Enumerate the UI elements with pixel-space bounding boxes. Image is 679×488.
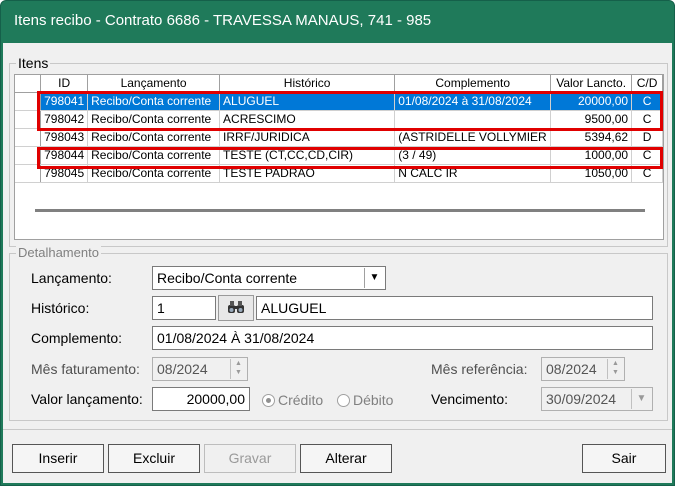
cell-cd: C bbox=[631, 110, 663, 129]
mes-referencia-input[interactable]: 08/2024 ▲ ▼ bbox=[541, 357, 625, 381]
cell-lancamento: Recibo/Conta corrente bbox=[87, 128, 221, 147]
row-indicator bbox=[15, 110, 42, 129]
cell-lancamento: Recibo/Conta corrente bbox=[87, 146, 221, 165]
cell-valor: 20000,00 bbox=[550, 92, 633, 111]
mes-faturamento-label: Mês faturamento: bbox=[31, 361, 140, 377]
table-row[interactable]: 798043 Recibo/Conta corrente IRRF/JURIDI… bbox=[15, 128, 663, 147]
vencimento-input[interactable]: 30/09/2024 ▼ bbox=[541, 387, 653, 411]
sair-button[interactable]: Sair bbox=[582, 444, 666, 473]
historico-description-field[interactable]: ALUGUEL bbox=[256, 296, 653, 320]
horizontal-scrollbar[interactable] bbox=[35, 209, 645, 212]
mes-faturamento-input[interactable]: 08/2024 ▲ ▼ bbox=[152, 357, 248, 381]
cell-valor: 9500,00 bbox=[550, 110, 633, 129]
mes-referencia-value: 08/2024 bbox=[546, 361, 597, 377]
cell-complemento: (ASTRIDELLE VOLLYMIER bbox=[394, 128, 552, 147]
excluir-button[interactable]: Excluir bbox=[108, 444, 200, 473]
cell-lancamento: Recibo/Conta corrente bbox=[87, 110, 221, 129]
cell-id: 798042 bbox=[40, 110, 89, 129]
inserir-button[interactable]: Inserir bbox=[12, 444, 104, 473]
cell-cd: C bbox=[631, 92, 663, 111]
vencimento-label: Vencimento: bbox=[431, 391, 509, 407]
spin-arrows-icon[interactable]: ▲ ▼ bbox=[230, 359, 246, 379]
chevron-down-icon[interactable]: ▼ bbox=[364, 268, 384, 288]
historico-label: Histórico: bbox=[31, 300, 90, 316]
cell-cd: C bbox=[631, 164, 663, 183]
cell-historico: ALUGUEL bbox=[219, 92, 396, 111]
cell-historico: IRRF/JURIDICA bbox=[219, 128, 396, 147]
cell-complemento: (3 / 49) bbox=[394, 146, 552, 165]
itens-table: ID Lançamento Histórico Complemento Valo… bbox=[15, 75, 663, 183]
itens-legend: Itens bbox=[16, 55, 51, 71]
mes-referencia-label: Mês referência: bbox=[431, 361, 528, 377]
cell-cd: C bbox=[631, 146, 663, 165]
chevron-down-icon[interactable]: ▼ bbox=[631, 389, 651, 409]
debito-radio[interactable]: Débito bbox=[337, 392, 393, 408]
column-header-historico[interactable]: Histórico bbox=[219, 75, 396, 93]
mes-faturamento-value: 08/2024 bbox=[157, 361, 208, 377]
cell-historico: TESTE (CT,CC,CD,CIR) bbox=[219, 146, 396, 165]
cell-cd: D bbox=[631, 128, 663, 147]
cell-valor: 5394,62 bbox=[550, 128, 633, 147]
button-bar-separator bbox=[3, 429, 672, 430]
valor-lancamento-input[interactable]: 20000,00 bbox=[152, 387, 250, 411]
window-client-area: Itens ID Lançamento Histórico Complement… bbox=[3, 43, 672, 483]
table-row[interactable]: 798044 Recibo/Conta corrente TESTE (CT,C… bbox=[15, 146, 663, 165]
cell-complemento: N CALC IR bbox=[394, 164, 552, 183]
lancamento-combo-value: Recibo/Conta corrente bbox=[157, 270, 298, 286]
cell-id: 798041 bbox=[40, 92, 89, 111]
historico-code-input[interactable]: 1 bbox=[152, 296, 216, 320]
credito-label: Crédito bbox=[278, 392, 324, 408]
row-indicator bbox=[15, 92, 42, 111]
cell-historico: ACRESCIMO bbox=[219, 110, 396, 129]
column-header-cd[interactable]: C/D bbox=[631, 75, 663, 93]
row-indicator bbox=[15, 128, 42, 147]
cell-id: 798045 bbox=[40, 164, 89, 183]
detalhamento-group: Detalhamento Lançamento: Recibo/Conta co… bbox=[9, 245, 668, 421]
cell-historico: TESTE PADRÃO bbox=[219, 164, 396, 183]
cell-complemento: 01/08/2024 à 31/08/2024 bbox=[394, 92, 552, 111]
column-header-complemento[interactable]: Complemento bbox=[394, 75, 552, 93]
spin-arrows-icon[interactable]: ▲ ▼ bbox=[607, 359, 623, 379]
indicator-header bbox=[15, 75, 42, 93]
cell-lancamento: Recibo/Conta corrente bbox=[87, 92, 221, 111]
complemento-label: Complemento: bbox=[31, 330, 123, 346]
column-header-valor[interactable]: Valor Lancto. bbox=[550, 75, 633, 93]
cell-valor: 1050,00 bbox=[550, 164, 633, 183]
radio-unselected-icon bbox=[337, 393, 350, 407]
binoculars-icon bbox=[228, 301, 244, 313]
itens-grid[interactable]: ID Lançamento Histórico Complemento Valo… bbox=[14, 74, 664, 240]
search-historico-button[interactable] bbox=[218, 295, 254, 321]
column-header-id[interactable]: ID bbox=[40, 75, 89, 93]
column-header-lancamento[interactable]: Lançamento bbox=[87, 75, 221, 93]
cell-lancamento: Recibo/Conta corrente bbox=[87, 164, 221, 183]
table-row[interactable]: 798041 Recibo/Conta corrente ALUGUEL 01/… bbox=[15, 92, 663, 111]
vencimento-value: 30/09/2024 bbox=[546, 391, 617, 407]
alterar-button[interactable]: Alterar bbox=[300, 444, 392, 473]
row-indicator bbox=[15, 146, 42, 165]
cell-complemento bbox=[394, 110, 552, 129]
debito-label: Débito bbox=[353, 392, 394, 408]
complemento-input[interactable]: 01/08/2024 À 31/08/2024 bbox=[152, 326, 653, 350]
window-title: Itens recibo - Contrato 6686 - TRAVESSA … bbox=[14, 12, 432, 29]
lancamento-label: Lançamento: bbox=[31, 270, 112, 286]
credito-radio[interactable]: Crédito bbox=[262, 392, 323, 408]
table-row[interactable]: 798042 Recibo/Conta corrente ACRESCIMO 9… bbox=[15, 110, 663, 129]
valor-lancamento-label: Valor lançamento: bbox=[31, 391, 143, 407]
cell-id: 798044 bbox=[40, 146, 89, 165]
cell-id: 798043 bbox=[40, 128, 89, 147]
itens-group: Itens ID Lançamento Histórico Complement… bbox=[9, 55, 668, 247]
cell-valor: 1000,00 bbox=[550, 146, 633, 165]
table-row[interactable]: 798045 Recibo/Conta corrente TESTE PADRÃ… bbox=[15, 164, 663, 183]
radio-selected-icon bbox=[262, 393, 275, 407]
gravar-button[interactable]: Gravar bbox=[204, 444, 296, 473]
row-indicator bbox=[15, 164, 42, 183]
table-header: ID Lançamento Histórico Complemento Valo… bbox=[15, 75, 663, 93]
itens-recibo-window: Itens recibo - Contrato 6686 - TRAVESSA … bbox=[0, 0, 675, 486]
lancamento-combo[interactable]: Recibo/Conta corrente ▼ bbox=[152, 266, 386, 290]
detalhamento-legend: Detalhamento bbox=[16, 245, 101, 260]
